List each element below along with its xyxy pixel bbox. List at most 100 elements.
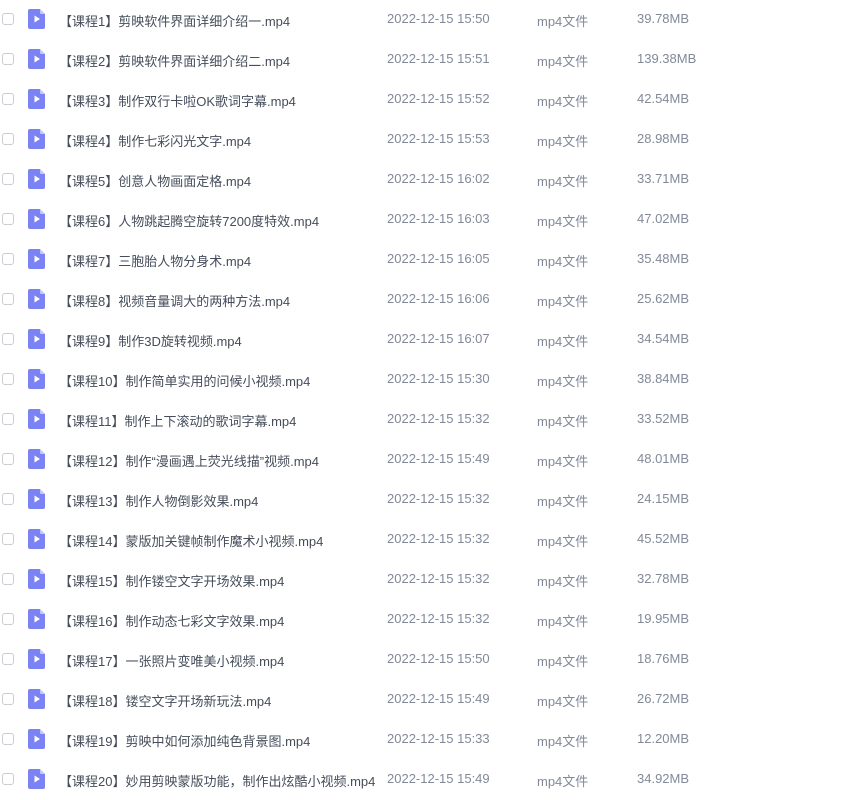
- video-file-icon: [28, 449, 45, 469]
- video-file-icon: [28, 489, 45, 509]
- file-row[interactable]: 【课程1】剪映软件界面详细介绍一.mp4 2022-12-15 15:50 mp…: [0, 0, 857, 40]
- file-name[interactable]: 【课程17】一张照片变唯美小视频.mp4: [59, 651, 284, 670]
- file-name[interactable]: 【课程3】制作双行卡啦OK歌词字幕.mp4: [59, 91, 296, 110]
- video-file-icon: [28, 729, 45, 749]
- row-checkbox[interactable]: [2, 533, 14, 545]
- file-row[interactable]: 【课程15】制作镂空文字开场效果.mp4 2022-12-15 15:32 mp…: [0, 560, 857, 600]
- file-type: mp4文件: [537, 294, 589, 309]
- file-row[interactable]: 【课程19】剪映中如何添加纯色背景图.mp4 2022-12-15 15:33 …: [0, 720, 857, 760]
- file-name[interactable]: 【课程13】制作人物倒影效果.mp4: [59, 491, 258, 510]
- row-checkbox[interactable]: [2, 493, 14, 505]
- file-name[interactable]: 【课程11】制作上下滚动的歌词字幕.mp4: [59, 411, 296, 430]
- row-checkbox[interactable]: [2, 173, 14, 185]
- file-size: 32.78MB: [637, 571, 690, 586]
- file-row[interactable]: 【课程13】制作人物倒影效果.mp4 2022-12-15 15:32 mp4文…: [0, 480, 857, 520]
- row-checkbox[interactable]: [2, 773, 14, 785]
- file-size: 34.54MB: [637, 331, 690, 346]
- file-type: mp4文件: [537, 94, 589, 109]
- file-row[interactable]: 【课程16】制作动态七彩文字效果.mp4 2022-12-15 15:32 mp…: [0, 600, 857, 640]
- file-type: mp4文件: [537, 774, 589, 789]
- file-row[interactable]: 【课程14】蒙版加关键帧制作魔术小视频.mp4 2022-12-15 15:32…: [0, 520, 857, 560]
- file-name[interactable]: 【课程6】人物跳起腾空旋转7200度特效.mp4: [59, 211, 319, 230]
- row-checkbox[interactable]: [2, 93, 14, 105]
- file-type: mp4文件: [537, 654, 589, 669]
- file-name[interactable]: 【课程16】制作动态七彩文字效果.mp4: [59, 611, 284, 630]
- file-row[interactable]: 【课程12】制作“漫画遇上荧光线描”视频.mp4 2022-12-15 15:4…: [0, 440, 857, 480]
- row-checkbox[interactable]: [2, 693, 14, 705]
- file-row[interactable]: 【课程2】剪映软件界面详细介绍二.mp4 2022-12-15 15:51 mp…: [0, 40, 857, 80]
- file-type: mp4文件: [537, 534, 589, 549]
- row-checkbox[interactable]: [2, 413, 14, 425]
- row-checkbox[interactable]: [2, 573, 14, 585]
- file-type: mp4文件: [537, 134, 589, 149]
- file-type: mp4文件: [537, 334, 589, 349]
- row-checkbox[interactable]: [2, 213, 14, 225]
- file-type: mp4文件: [537, 614, 589, 629]
- file-name[interactable]: 【课程1】剪映软件界面详细介绍一.mp4: [59, 11, 290, 30]
- file-modified-date: 2022-12-15 15:32: [387, 411, 490, 426]
- file-name[interactable]: 【课程2】剪映软件界面详细介绍二.mp4: [59, 51, 290, 70]
- file-row[interactable]: 【课程10】制作简单实用的问候小视频.mp4 2022-12-15 15:30 …: [0, 360, 857, 400]
- file-modified-date: 2022-12-15 16:03: [387, 211, 490, 226]
- file-row[interactable]: 【课程20】妙用剪映蒙版功能，制作出炫酷小视频.mp4 2022-12-15 1…: [0, 760, 857, 800]
- row-checkbox[interactable]: [2, 613, 14, 625]
- file-row[interactable]: 【课程5】创意人物画面定格.mp4 2022-12-15 16:02 mp4文件…: [0, 160, 857, 200]
- file-row[interactable]: 【课程17】一张照片变唯美小视频.mp4 2022-12-15 15:50 mp…: [0, 640, 857, 680]
- video-file-icon: [28, 289, 45, 309]
- row-checkbox[interactable]: [2, 333, 14, 345]
- file-row[interactable]: 【课程18】镂空文字开场新玩法.mp4 2022-12-15 15:49 mp4…: [0, 680, 857, 720]
- file-name[interactable]: 【课程7】三胞胎人物分身术.mp4: [59, 251, 251, 270]
- file-row[interactable]: 【课程6】人物跳起腾空旋转7200度特效.mp4 2022-12-15 16:0…: [0, 200, 857, 240]
- row-checkbox[interactable]: [2, 13, 14, 25]
- row-checkbox[interactable]: [2, 653, 14, 665]
- video-file-icon: [28, 329, 45, 349]
- file-name[interactable]: 【课程4】制作七彩闪光文字.mp4: [59, 131, 251, 150]
- file-row[interactable]: 【课程7】三胞胎人物分身术.mp4 2022-12-15 16:05 mp4文件…: [0, 240, 857, 280]
- video-file-icon: [28, 9, 45, 29]
- row-checkbox[interactable]: [2, 53, 14, 65]
- file-modified-date: 2022-12-15 15:49: [387, 771, 490, 786]
- file-name[interactable]: 【课程14】蒙版加关键帧制作魔术小视频.mp4: [59, 531, 323, 550]
- file-modified-date: 2022-12-15 15:50: [387, 651, 490, 666]
- file-size: 18.76MB: [637, 651, 690, 666]
- file-name[interactable]: 【课程10】制作简单实用的问候小视频.mp4: [59, 371, 310, 390]
- file-row[interactable]: 【课程11】制作上下滚动的歌词字幕.mp4 2022-12-15 15:32 m…: [0, 400, 857, 440]
- row-checkbox[interactable]: [2, 293, 14, 305]
- file-name[interactable]: 【课程9】制作3D旋转视频.mp4: [59, 331, 242, 350]
- video-file-icon: [28, 129, 45, 149]
- file-type: mp4文件: [537, 174, 589, 189]
- file-name[interactable]: 【课程5】创意人物画面定格.mp4: [59, 171, 251, 190]
- file-name[interactable]: 【课程8】视频音量调大的两种方法.mp4: [59, 291, 290, 310]
- file-row[interactable]: 【课程4】制作七彩闪光文字.mp4 2022-12-15 15:53 mp4文件…: [0, 120, 857, 160]
- file-name[interactable]: 【课程20】妙用剪映蒙版功能，制作出炫酷小视频.mp4: [59, 771, 375, 790]
- file-type: mp4文件: [537, 374, 589, 389]
- row-checkbox[interactable]: [2, 733, 14, 745]
- video-file-icon: [28, 409, 45, 429]
- file-size: 39.78MB: [637, 11, 690, 26]
- file-size: 26.72MB: [637, 691, 690, 706]
- file-row[interactable]: 【课程9】制作3D旋转视频.mp4 2022-12-15 16:07 mp4文件…: [0, 320, 857, 360]
- file-modified-date: 2022-12-15 15:32: [387, 491, 490, 506]
- file-row[interactable]: 【课程8】视频音量调大的两种方法.mp4 2022-12-15 16:06 mp…: [0, 280, 857, 320]
- file-row[interactable]: 【课程3】制作双行卡啦OK歌词字幕.mp4 2022-12-15 15:52 m…: [0, 80, 857, 120]
- file-name[interactable]: 【课程15】制作镂空文字开场效果.mp4: [59, 571, 284, 590]
- file-modified-date: 2022-12-15 16:06: [387, 291, 490, 306]
- row-checkbox[interactable]: [2, 453, 14, 465]
- file-name[interactable]: 【课程19】剪映中如何添加纯色背景图.mp4: [59, 731, 310, 750]
- file-list: 【课程1】剪映软件界面详细介绍一.mp4 2022-12-15 15:50 mp…: [0, 0, 857, 800]
- file-size: 48.01MB: [637, 451, 690, 466]
- row-checkbox[interactable]: [2, 133, 14, 145]
- file-size: 33.71MB: [637, 171, 690, 186]
- file-type: mp4文件: [537, 414, 589, 429]
- file-name[interactable]: 【课程12】制作“漫画遇上荧光线描”视频.mp4: [59, 451, 319, 470]
- video-file-icon: [28, 609, 45, 629]
- file-modified-date: 2022-12-15 15:49: [387, 451, 490, 466]
- file-name[interactable]: 【课程18】镂空文字开场新玩法.mp4: [59, 691, 271, 710]
- row-checkbox[interactable]: [2, 253, 14, 265]
- file-modified-date: 2022-12-15 15:32: [387, 571, 490, 586]
- file-type: mp4文件: [537, 54, 589, 69]
- file-type: mp4文件: [537, 734, 589, 749]
- file-modified-date: 2022-12-15 15:49: [387, 691, 490, 706]
- row-checkbox[interactable]: [2, 373, 14, 385]
- file-modified-date: 2022-12-15 15:52: [387, 91, 490, 106]
